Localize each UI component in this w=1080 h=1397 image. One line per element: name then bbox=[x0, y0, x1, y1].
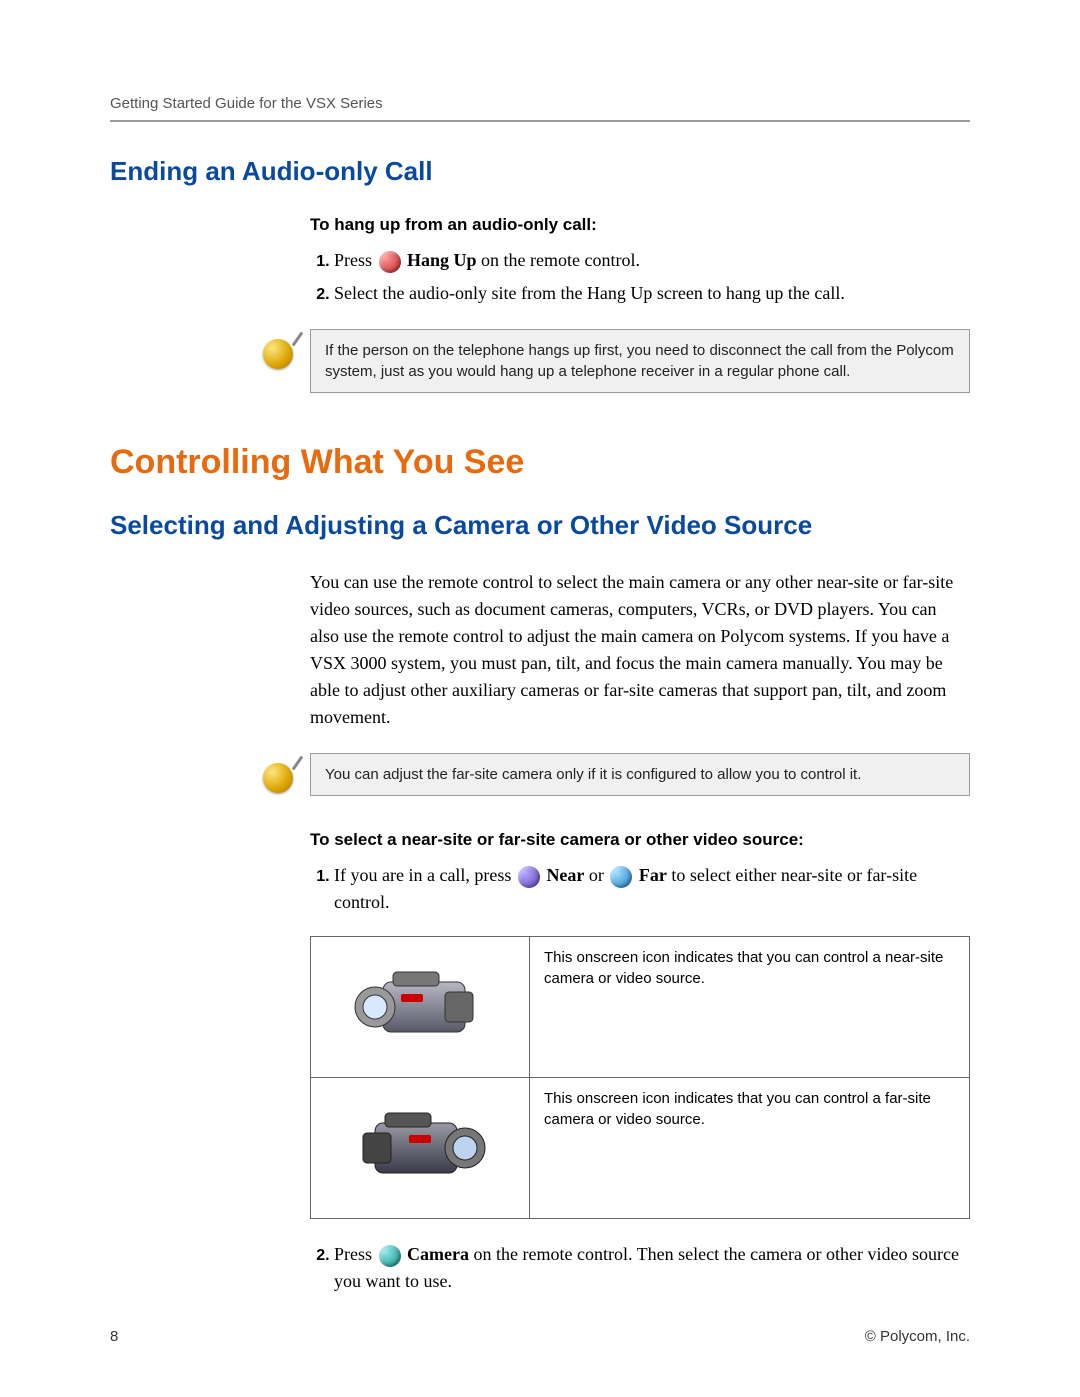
s2s1-a: If you are in a call, press bbox=[334, 865, 516, 885]
header-rule bbox=[110, 120, 970, 122]
camera-label: Camera bbox=[403, 1244, 469, 1264]
page-number: 8 bbox=[110, 1328, 118, 1345]
s2-step-1: If you are in a call, press Near or Far … bbox=[334, 862, 970, 916]
far-camera-icon-cell bbox=[311, 1078, 530, 1219]
note-row-1: If the person on the telephone hangs up … bbox=[250, 329, 970, 393]
pushpin-icon bbox=[263, 335, 297, 369]
section1-body: To hang up from an audio-only call: Pres… bbox=[310, 215, 970, 307]
section2-body: You can use the remote control to select… bbox=[310, 569, 970, 731]
heading-controlling: Controlling What You See bbox=[110, 443, 970, 482]
far-icon bbox=[610, 866, 632, 888]
near-label: Near bbox=[542, 865, 584, 885]
page-footer: 8 © Polycom, Inc. bbox=[110, 1328, 970, 1345]
copyright: © Polycom, Inc. bbox=[865, 1328, 970, 1345]
s2-step-2: Press Camera on the remote control. Then… bbox=[334, 1241, 970, 1295]
step1-hangup-label: Hang Up bbox=[403, 250, 477, 270]
subheading-hang-up: To hang up from an audio-only call: bbox=[310, 215, 970, 235]
section2-paragraph: You can use the remote control to select… bbox=[310, 569, 970, 731]
heading-selecting-camera: Selecting and Adjusting a Camera or Othe… bbox=[110, 510, 970, 541]
steps-list-hangup: Press Hang Up on the remote control. Sel… bbox=[310, 247, 970, 307]
step-2: Select the audio-only site from the Hang… bbox=[334, 280, 970, 307]
note-row-2: You can adjust the far-site camera only … bbox=[250, 753, 970, 796]
subheading-select-camera: To select a near-site or far-site camera… bbox=[310, 830, 970, 850]
steps-list-select-camera: If you are in a call, press Near or Far … bbox=[310, 862, 970, 916]
page: Getting Started Guide for the VSX Series… bbox=[0, 0, 1080, 1397]
note-box-1: If the person on the telephone hangs up … bbox=[310, 329, 970, 393]
near-camera-desc: This onscreen icon indicates that you ca… bbox=[530, 937, 970, 1078]
step1-text-c: on the remote control. bbox=[477, 250, 640, 270]
hang-up-icon bbox=[379, 251, 401, 273]
camera-icon-table: This onscreen icon indicates that you ca… bbox=[310, 936, 970, 1219]
steps-list-select-camera-2: Press Camera on the remote control. Then… bbox=[310, 1241, 970, 1295]
step1-text-a: Press bbox=[334, 250, 377, 270]
camera-far-icon bbox=[345, 1095, 495, 1195]
far-camera-desc: This onscreen icon indicates that you ca… bbox=[530, 1078, 970, 1219]
pushpin-icon bbox=[263, 759, 297, 793]
s2s1-or: or bbox=[584, 865, 608, 885]
near-camera-icon-cell bbox=[311, 937, 530, 1078]
note-box-2: You can adjust the far-site camera only … bbox=[310, 753, 970, 796]
table-row: This onscreen icon indicates that you ca… bbox=[311, 937, 970, 1078]
section2-steps-wrap: To select a near-site or far-site camera… bbox=[310, 830, 970, 1295]
note-icon-cell bbox=[250, 329, 310, 369]
running-head: Getting Started Guide for the VSX Series bbox=[110, 95, 970, 112]
note-icon-cell-2 bbox=[250, 753, 310, 793]
step-1: Press Hang Up on the remote control. bbox=[334, 247, 970, 274]
heading-ending-audio-call: Ending an Audio-only Call bbox=[110, 156, 970, 187]
s2s2-a: Press bbox=[334, 1244, 377, 1264]
far-label: Far bbox=[634, 865, 666, 885]
table-row: This onscreen icon indicates that you ca… bbox=[311, 1078, 970, 1219]
camera-button-icon bbox=[379, 1245, 401, 1267]
near-icon bbox=[518, 866, 540, 888]
camera-near-icon bbox=[345, 954, 495, 1054]
